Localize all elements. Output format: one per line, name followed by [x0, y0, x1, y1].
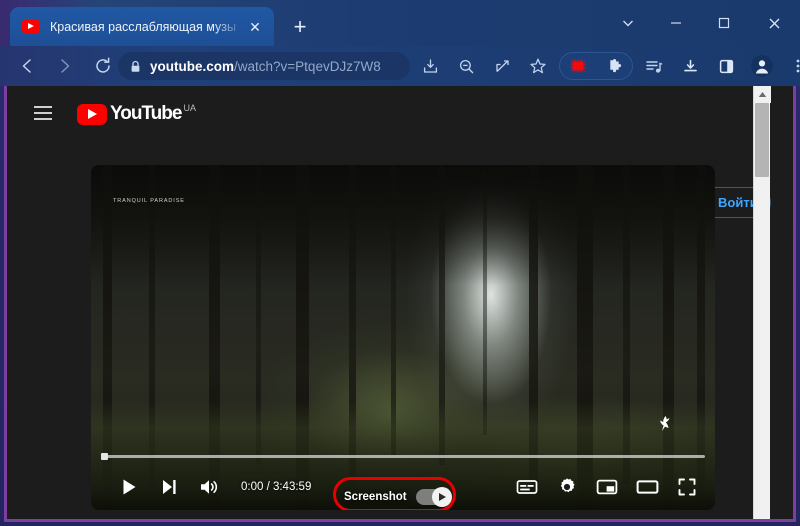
- close-icon[interactable]: [748, 0, 800, 46]
- settings-menu-icon[interactable]: [780, 52, 800, 80]
- minimize-icon[interactable]: [652, 0, 700, 46]
- extensions-puzzle-icon[interactable]: [596, 52, 632, 80]
- youtube-logo[interactable]: YouTube UA: [77, 102, 196, 125]
- video-canopy: [91, 165, 715, 285]
- chevron-down-icon[interactable]: [604, 0, 652, 46]
- progress-handle[interactable]: [101, 453, 108, 460]
- share-icon[interactable]: [484, 52, 520, 80]
- window-controls: [604, 0, 800, 46]
- youtube-viewport: YouTube UA Введите запрос: [7, 86, 773, 519]
- dove-icon: [658, 415, 673, 432]
- zoom-out-icon[interactable]: [448, 52, 484, 80]
- video-player[interactable]: TRANQUIL PARADISE: [91, 165, 715, 510]
- close-icon[interactable]: ✕: [244, 16, 266, 38]
- video-frame: TRANQUIL PARADISE: [91, 165, 715, 510]
- player-controls: 0:00 / 3:43:59 Screenshot: [91, 464, 715, 510]
- page-content: YouTube UA Введите запрос: [4, 86, 796, 522]
- theater-mode-icon[interactable]: [627, 467, 667, 507]
- url-text: youtube.com/watch?v=PtqevDJz7W8: [150, 59, 381, 74]
- screenshot-control[interactable]: Screenshot: [344, 489, 450, 505]
- tab-title: Красивая расслабляющая музы: [50, 20, 244, 34]
- miniplayer-icon[interactable]: [587, 467, 627, 507]
- play-icon[interactable]: [109, 467, 149, 507]
- page-scrollbar[interactable]: [753, 86, 770, 519]
- save-page-icon[interactable]: [412, 52, 448, 80]
- url-host: youtube.com: [150, 59, 234, 74]
- downloads-icon[interactable]: [672, 52, 708, 80]
- toolbar-icon-group: [412, 52, 800, 80]
- title-bar: Красивая расслабляющая музы ✕ +: [0, 0, 800, 46]
- maximize-icon[interactable]: [700, 0, 748, 46]
- address-bar[interactable]: youtube.com/watch?v=PtqevDJz7W8: [118, 52, 410, 80]
- url-path: /watch?v=PtqevDJz7W8: [234, 59, 381, 74]
- screenshot-label: Screenshot: [344, 491, 407, 503]
- youtube-region-label: UA: [183, 103, 196, 113]
- youtube-icon: [22, 20, 40, 33]
- youtube-header: YouTube UA: [7, 86, 773, 140]
- new-tab-button[interactable]: +: [286, 13, 314, 41]
- fullscreen-icon[interactable]: [667, 467, 707, 507]
- time-display: 0:00 / 3:43:59: [241, 481, 311, 493]
- video-overlay-title: TRANQUIL PARADISE: [113, 198, 185, 204]
- bookmark-star-icon[interactable]: [520, 52, 556, 80]
- youtube-logo-text: YouTube: [110, 103, 181, 125]
- collections-icon[interactable]: [636, 52, 672, 80]
- screenshot-toggle-knob: [432, 487, 452, 507]
- profile-icon[interactable]: [744, 52, 780, 80]
- player-right-controls: [507, 464, 707, 510]
- sign-in-label: Войти: [718, 195, 758, 210]
- youtube-play-icon: [77, 104, 107, 125]
- volume-icon[interactable]: [189, 467, 229, 507]
- next-track-icon[interactable]: [149, 467, 189, 507]
- gear-icon[interactable]: [547, 467, 587, 507]
- scroll-up-icon[interactable]: [754, 86, 771, 103]
- browser-window: Красивая расслабляющая музы ✕ +: [0, 0, 800, 526]
- back-arrow-icon[interactable]: [10, 49, 44, 83]
- lock-icon: [130, 60, 141, 73]
- extensions-group: [559, 52, 633, 80]
- subtitles-icon[interactable]: [507, 467, 547, 507]
- forward-arrow-icon[interactable]: [48, 49, 82, 83]
- screenshot-toggle[interactable]: [416, 489, 450, 505]
- browser-tab[interactable]: Красивая расслабляющая музы ✕: [10, 7, 274, 46]
- scrollbar-thumb[interactable]: [755, 103, 769, 177]
- reload-icon[interactable]: [86, 49, 120, 83]
- menu-icon[interactable]: [23, 93, 63, 133]
- split-screen-icon[interactable]: [708, 52, 744, 80]
- progress-bar[interactable]: [101, 455, 705, 458]
- screen-recorder-extension-icon[interactable]: [560, 52, 596, 80]
